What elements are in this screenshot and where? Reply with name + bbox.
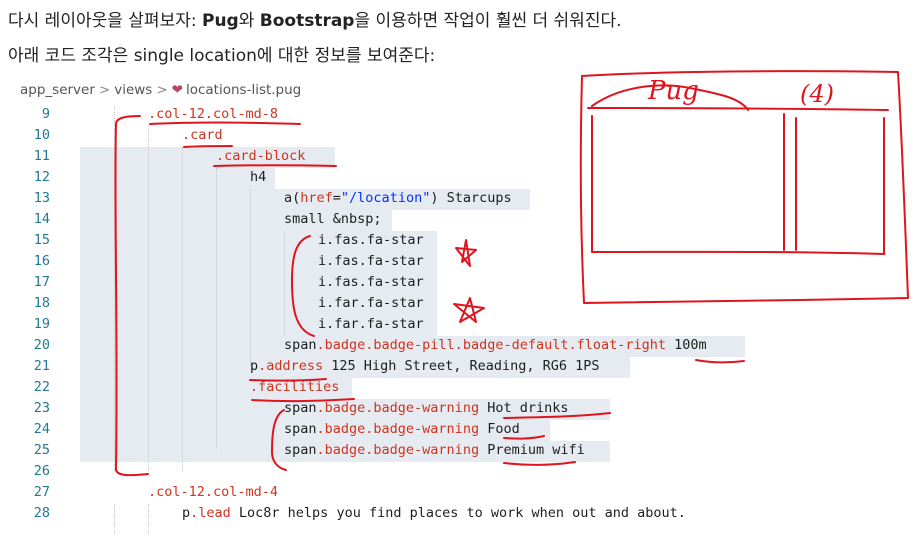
intro-text: 을 이용하면 작업이 훨씬 더 쉬워진다. — [354, 11, 622, 31]
code-token: .badge.badge-warning — [316, 442, 480, 458]
code-token: a( — [284, 190, 301, 206]
intro-line-1: 다시 레이아웃을 살펴보자: Pug와 Bootstrap을 이용하면 작업이 … — [8, 6, 622, 31]
code-token: span — [284, 337, 317, 353]
pug-file-icon: ❤ — [171, 82, 183, 98]
line-number: 23 — [33, 400, 50, 416]
intro-text: 와 — [238, 11, 260, 31]
code-token: .lead — [190, 505, 231, 521]
code-token: 125 High Street, Reading, RG6 1PS — [323, 358, 600, 374]
code-line: h4 — [250, 169, 267, 185]
breadcrumb-folder[interactable]: app_server — [20, 82, 95, 98]
code-line: i.far.fa-star — [318, 295, 424, 311]
code-line: i.fas.fa-star — [318, 253, 424, 269]
line-number: 12 — [33, 169, 50, 185]
line-number: 21 — [33, 358, 50, 374]
line-number: 20 — [33, 337, 50, 353]
code-editor[interactable]: 9 10 11 12 13 14 15 16 17 18 19 20 21 22… — [0, 104, 760, 534]
code-token: span — [284, 400, 317, 416]
line-number: 11 — [33, 148, 50, 164]
code-token: Food — [479, 421, 520, 437]
code-line: .card — [182, 127, 223, 143]
indent-guide — [114, 106, 115, 471]
code-token: .badge.badge-pill.badge-default.float-ri… — [316, 337, 667, 353]
breadcrumb-folder[interactable]: views — [114, 82, 152, 98]
code-line: .col-12.col-md-4 — [148, 484, 279, 500]
code-line: .col-12.col-md-8 — [148, 106, 279, 122]
line-number: 14 — [33, 211, 50, 227]
code-line: span.badge.badge-pill.badge-default.floa… — [284, 337, 707, 353]
line-number: 15 — [33, 232, 50, 248]
line-number: 17 — [33, 274, 50, 290]
indent-guide — [216, 168, 217, 450]
code-token: p — [250, 358, 259, 374]
code-line: span.badge.badge-warning Food — [284, 421, 520, 437]
intro-line-2: 아래 코드 조각은 single location에 대한 정보를 보여준다: — [8, 46, 436, 66]
code-token: .badge.badge-warning — [316, 421, 480, 437]
indent-guide — [284, 231, 285, 336]
bootstrap-bold: Bootstrap — [259, 11, 355, 31]
breadcrumb-separator: > — [156, 82, 168, 98]
line-number: 24 — [33, 421, 50, 437]
code-line: .card-block — [216, 148, 306, 164]
code-line: small &nbsp; — [284, 211, 382, 227]
line-number: 13 — [33, 190, 50, 206]
code-token: Premium wifi — [479, 442, 585, 458]
line-number: 26 — [33, 463, 50, 479]
intro-text: 다시 레이아웃을 살펴보자: — [8, 11, 202, 31]
line-number: 16 — [33, 253, 50, 269]
code-token: ) Starcups — [430, 190, 512, 206]
sketch-label-count: (4) — [800, 80, 834, 108]
pug-bold: Pug — [201, 11, 239, 31]
line-number: 25 — [33, 442, 50, 458]
indent-guide — [250, 189, 251, 365]
code-token: 100m — [666, 337, 707, 353]
code-line: i.fas.fa-star — [318, 232, 424, 248]
code-line: a(href="/location") Starcups — [284, 190, 512, 206]
code-token: span — [284, 442, 317, 458]
code-token: Loc8r helps you find places to work when… — [230, 505, 686, 521]
code-token: "/location" — [340, 190, 431, 206]
line-number: 19 — [33, 316, 50, 332]
code-token: href — [300, 190, 333, 206]
indent-guide — [148, 126, 149, 471]
breadcrumb: app_server > views > ❤ locations-list.pug — [20, 82, 301, 98]
code-line: span.badge.badge-warning Premium wifi — [284, 442, 585, 458]
code-line: p.lead Loc8r helps you find places to wo… — [182, 505, 686, 521]
code-line: .facilities — [250, 379, 340, 395]
line-number: 27 — [33, 484, 50, 500]
breadcrumb-file[interactable]: locations-list.pug — [186, 82, 301, 98]
code-token: p — [182, 505, 191, 521]
code-token: .badge.badge-warning — [316, 400, 480, 416]
selection-highlight — [80, 168, 275, 189]
code-line: i.far.fa-star — [318, 316, 424, 332]
line-number: 22 — [33, 379, 50, 395]
code-line: p.address 125 High Street, Reading, RG6 … — [250, 358, 600, 374]
code-line: i.fas.fa-star — [318, 274, 424, 290]
indent-guide — [114, 504, 115, 534]
code-token: Hot drinks — [479, 400, 569, 416]
code-token: .address — [258, 358, 324, 374]
indent-guide — [182, 147, 183, 471]
line-number: 10 — [33, 127, 50, 143]
line-number: 9 — [41, 106, 50, 122]
line-number: 28 — [33, 505, 50, 521]
sketch-label-pug: Pug — [648, 76, 699, 106]
line-number: 18 — [33, 295, 50, 311]
code-token: = — [332, 190, 341, 206]
breadcrumb-separator: > — [98, 82, 111, 98]
code-line: span.badge.badge-warning Hot drinks — [284, 400, 568, 416]
indent-guide — [148, 504, 149, 534]
code-token: span — [284, 421, 317, 437]
